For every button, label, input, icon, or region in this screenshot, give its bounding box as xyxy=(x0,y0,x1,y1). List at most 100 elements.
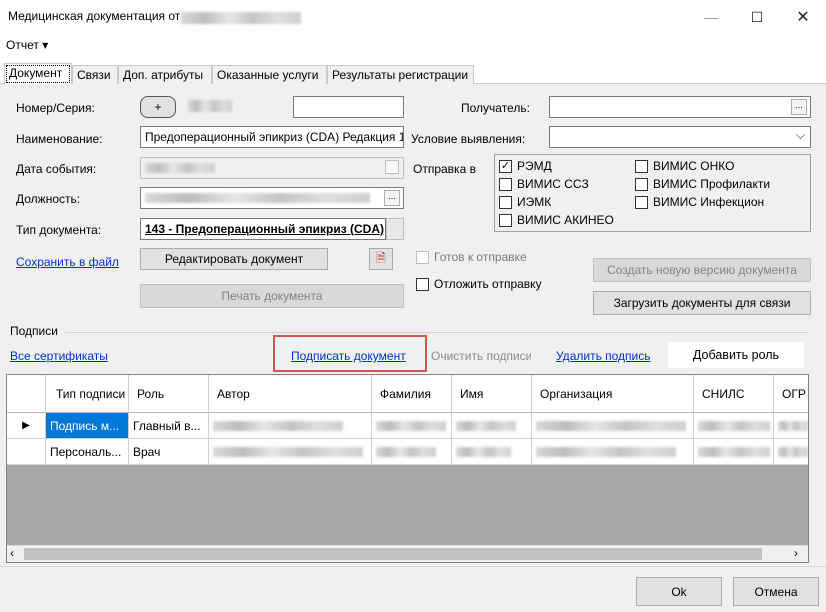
first-name-2-redacted xyxy=(456,446,511,457)
last-name-2-redacted xyxy=(376,446,436,457)
postpone-box xyxy=(416,277,429,291)
cell-ogrn-2[interactable] xyxy=(774,439,808,465)
cell-role-2[interactable]: Врач xyxy=(129,439,209,465)
cell-author-2[interactable] xyxy=(209,439,372,465)
doc-type-button[interactable] xyxy=(386,218,404,240)
vimis-prof-label: ВИМИС Профилакти xyxy=(653,177,771,191)
vimis-akineo-label: ВИМИС АКИНЕО xyxy=(517,213,614,227)
edit-document-button[interactable]: Редактировать документ xyxy=(140,248,328,270)
col-snils[interactable]: СНИЛС xyxy=(694,375,774,413)
send-iemk-checkbox[interactable]: ИЭМК xyxy=(499,195,551,209)
row-header-2[interactable] xyxy=(7,439,46,465)
number-series-label: Номер/Серия: xyxy=(16,101,95,115)
col-last-name[interactable]: Фамилия xyxy=(372,375,452,413)
org-1-redacted xyxy=(536,420,686,431)
sign-document-link[interactable]: Подписать документ xyxy=(291,349,406,363)
vimis-onko-box xyxy=(635,159,648,173)
cell-organization-1[interactable] xyxy=(532,413,694,439)
iemk-label: ИЭМК xyxy=(517,195,552,209)
maximize-icon[interactable]: ☐ xyxy=(734,0,780,34)
recipient-field[interactable] xyxy=(549,96,811,118)
name-label: Наименование: xyxy=(16,132,103,146)
vimis-ssz-box xyxy=(499,177,512,191)
signatures-divider xyxy=(65,332,809,333)
send-vimis-akineo-checkbox[interactable]: ВИМИС АКИНЕО xyxy=(499,213,614,227)
doc-type-field[interactable]: 143 - Предоперационный эпикриз (CDA) xyxy=(140,218,386,240)
row-header-1[interactable]: ▶ xyxy=(7,413,46,439)
col-author[interactable]: Автор xyxy=(209,375,372,413)
condition-select[interactable] xyxy=(549,126,811,148)
ready-label: Готов к отправке xyxy=(434,250,527,264)
ready-box xyxy=(416,250,429,264)
position-ellipsis-icon[interactable]: ... xyxy=(384,190,400,206)
series-field[interactable] xyxy=(293,96,404,118)
minimize-icon[interactable]: — xyxy=(688,0,734,34)
menu-report[interactable]: Отчет ▾ xyxy=(6,38,48,52)
name-field[interactable]: Предоперационный эпикриз (CDA) Редакция … xyxy=(140,126,404,148)
cell-type-2[interactable]: Персональ... xyxy=(46,439,129,465)
add-role-button[interactable]: Добавить роль xyxy=(668,342,804,368)
scroll-left-icon[interactable]: ‹ xyxy=(10,546,14,560)
scroll-right-icon[interactable]: › xyxy=(794,546,798,560)
ogrn-2-redacted xyxy=(778,446,808,457)
vimis-onko-label: ВИМИС ОНКО xyxy=(653,159,735,173)
cell-role-1[interactable]: Главный в... xyxy=(129,413,209,439)
ready-to-send-checkbox: Готов к отправке xyxy=(416,250,527,264)
cell-snils-2[interactable] xyxy=(694,439,774,465)
add-number-button[interactable]: + xyxy=(140,96,176,118)
tab-links[interactable]: Связи xyxy=(72,65,118,84)
vimis-infect-label: ВИМИС Инфекцион xyxy=(653,195,765,209)
position-field[interactable] xyxy=(140,187,404,209)
vimis-ssz-label: ВИМИС ССЗ xyxy=(517,177,589,191)
delete-signature-link[interactable]: Удалить подпись xyxy=(556,349,651,363)
cell-snils-1[interactable] xyxy=(694,413,774,439)
save-to-file-link[interactable]: Сохранить в файл xyxy=(16,255,119,269)
cell-ogrn-1[interactable] xyxy=(774,413,808,439)
last-name-1-redacted xyxy=(376,420,446,431)
col-first-name[interactable]: Имя xyxy=(452,375,532,413)
cell-last-name-2[interactable] xyxy=(372,439,452,465)
send-rmd-checkbox[interactable]: ✓ РЭМД xyxy=(499,159,552,173)
org-2-redacted xyxy=(536,446,676,457)
send-vimis-onko-checkbox[interactable]: ВИМИС ОНКО xyxy=(635,159,734,173)
dropdown-chevron-icon[interactable]: ⌵ xyxy=(796,128,805,143)
postpone-label: Отложить отправку xyxy=(434,277,542,291)
all-certificates-link[interactable]: Все сертификаты xyxy=(10,349,108,363)
snils-1-redacted xyxy=(698,420,770,431)
cell-type-1[interactable]: Подпись м... xyxy=(46,413,129,439)
scroll-thumb[interactable] xyxy=(24,548,762,560)
ok-button[interactable]: Ok xyxy=(636,577,722,606)
close-icon[interactable]: ✕ xyxy=(780,0,826,34)
grid-horizontal-scrollbar[interactable]: ‹ › xyxy=(7,545,808,562)
position-label: Должность: xyxy=(16,192,81,206)
col-organization[interactable]: Организация xyxy=(532,375,694,413)
cell-first-name-2[interactable] xyxy=(452,439,532,465)
col-role[interactable]: Роль xyxy=(129,375,209,413)
postpone-send-checkbox[interactable]: Отложить отправку xyxy=(416,277,542,291)
row-pointer-icon: ▶ xyxy=(22,420,30,431)
tab-extra-attributes[interactable]: Доп. атрибуты xyxy=(118,65,212,84)
tab-document[interactable]: Документ xyxy=(4,63,72,85)
signatures-grid[interactable]: Тип подписи Роль Автор Фамилия Имя Орган… xyxy=(6,374,809,563)
number-value-redacted xyxy=(188,100,232,112)
tab-provided-services[interactable]: Оказанные услуги xyxy=(212,65,327,84)
recipient-ellipsis-icon[interactable]: ... xyxy=(791,99,807,115)
send-to-label: Отправка в xyxy=(413,162,476,176)
tab-registration-results[interactable]: Результаты регистрации xyxy=(327,65,474,84)
cell-last-name-1[interactable] xyxy=(372,413,452,439)
snils-2-redacted xyxy=(698,446,770,457)
upload-for-link-button[interactable]: Загрузить документы для связи xyxy=(593,291,811,315)
send-vimis-infect-checkbox[interactable]: ВИМИС Инфекцион xyxy=(635,195,764,209)
send-vimis-prof-checkbox[interactable]: ВИМИС Профилакти xyxy=(635,177,770,191)
col-signature-type[interactable]: Тип подписи xyxy=(46,375,129,413)
rmd-check-icon: ✓ xyxy=(499,159,512,173)
cancel-button[interactable]: Отмена xyxy=(733,577,819,606)
cell-first-name-1[interactable] xyxy=(452,413,532,439)
new-version-button: Создать новую версию документа xyxy=(593,258,811,282)
col-ogrn[interactable]: ОГР xyxy=(774,375,808,413)
cell-author-1[interactable] xyxy=(209,413,372,439)
send-vimis-ssz-checkbox[interactable]: ВИМИС ССЗ xyxy=(499,177,589,191)
document-icon[interactable]: 🗎 xyxy=(369,248,393,270)
author-1-redacted xyxy=(213,420,343,431)
cell-organization-2[interactable] xyxy=(532,439,694,465)
